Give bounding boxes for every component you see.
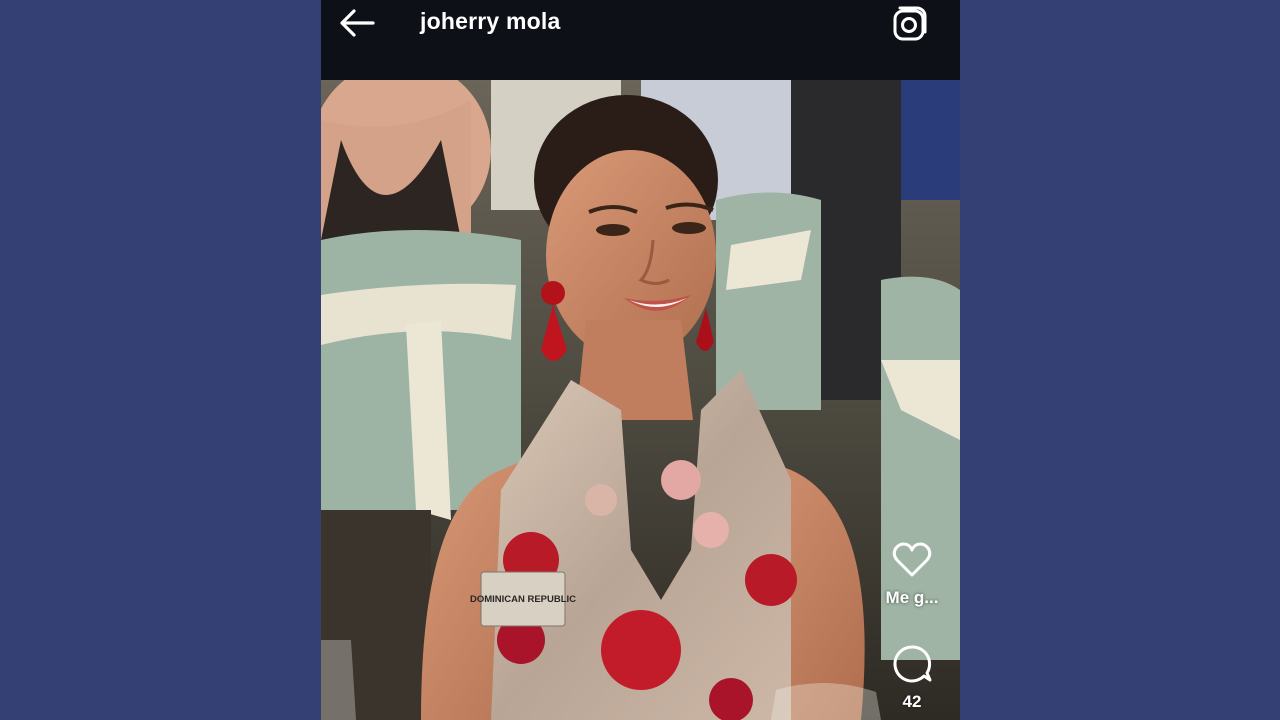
profile-title[interactable]: joherry mola xyxy=(420,8,560,35)
comment-bubble-icon[interactable] xyxy=(890,642,934,686)
phone-screen: joherry mola DOMINICAN REPUBLIC Me g... … xyxy=(321,0,960,720)
post-photo-illustration: DOMINICAN REPUBLIC xyxy=(321,80,960,720)
background-right xyxy=(960,0,1280,720)
name-badge: DOMINICAN REPUBLIC xyxy=(470,594,576,605)
comment-count: 42 xyxy=(902,692,922,711)
camera-button[interactable] xyxy=(891,4,929,42)
background-left xyxy=(0,0,321,720)
app-header: joherry mola xyxy=(321,0,960,80)
like-label: Me g... xyxy=(885,588,939,607)
like-action[interactable]: Me g... xyxy=(877,538,947,608)
camera-icon xyxy=(893,6,927,41)
arrow-left-icon xyxy=(340,9,375,37)
heart-icon[interactable] xyxy=(890,538,934,582)
post-image[interactable]: DOMINICAN REPUBLIC xyxy=(321,80,960,720)
back-button[interactable] xyxy=(337,6,377,40)
comment-action[interactable]: 42 xyxy=(877,642,947,712)
